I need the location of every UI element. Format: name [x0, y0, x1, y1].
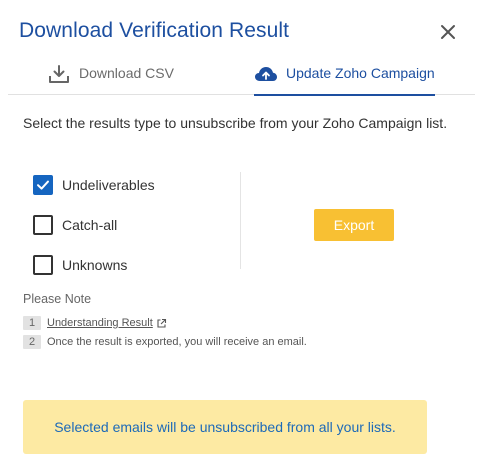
option-catch-all[interactable]: Catch-all: [33, 214, 117, 236]
understanding-result-link[interactable]: Understanding Result: [47, 317, 153, 329]
tab-label: Update Zoho Campaign: [286, 65, 435, 81]
tab-label: Download CSV: [79, 65, 174, 81]
external-link-icon[interactable]: [156, 318, 167, 329]
option-label: Unknowns: [62, 257, 128, 273]
close-icon[interactable]: [437, 21, 459, 43]
export-button[interactable]: Export: [314, 209, 394, 241]
tab-update-zoho-campaign[interactable]: Update Zoho Campaign: [254, 60, 435, 96]
tab-download-csv[interactable]: Download CSV: [48, 60, 174, 95]
option-label: Undeliverables: [62, 177, 155, 193]
note-item: 1 Understanding Result: [23, 316, 167, 330]
tab-bar: Download CSV Update Zoho Campaign: [8, 60, 475, 96]
checkbox-unchecked[interactable]: [33, 215, 53, 235]
download-icon: [49, 65, 69, 83]
dialog-title: Download Verification Result: [19, 19, 290, 42]
note-number: 1: [23, 316, 41, 330]
intro-text: Select the results type to unsubscribe f…: [23, 115, 448, 131]
option-undeliverables[interactable]: Undeliverables: [33, 174, 155, 196]
checkbox-checked[interactable]: [33, 175, 53, 195]
cloud-upload-icon: [255, 67, 277, 81]
option-unknowns[interactable]: Unknowns: [33, 254, 127, 276]
note-number: 2: [23, 335, 41, 349]
vertical-divider: [240, 172, 241, 269]
checkbox-unchecked[interactable]: [33, 255, 53, 275]
option-label: Catch-all: [62, 217, 118, 233]
note-text: Once the result is exported, you will re…: [47, 336, 307, 348]
note-title: Please Note: [23, 292, 92, 306]
checkmark-icon: [37, 180, 49, 190]
note-item: 2 Once the result is exported, you will …: [23, 335, 307, 349]
info-banner: Selected emails will be unsubscribed fro…: [23, 400, 427, 454]
banner-text: Selected emails will be unsubscribed fro…: [54, 419, 396, 435]
